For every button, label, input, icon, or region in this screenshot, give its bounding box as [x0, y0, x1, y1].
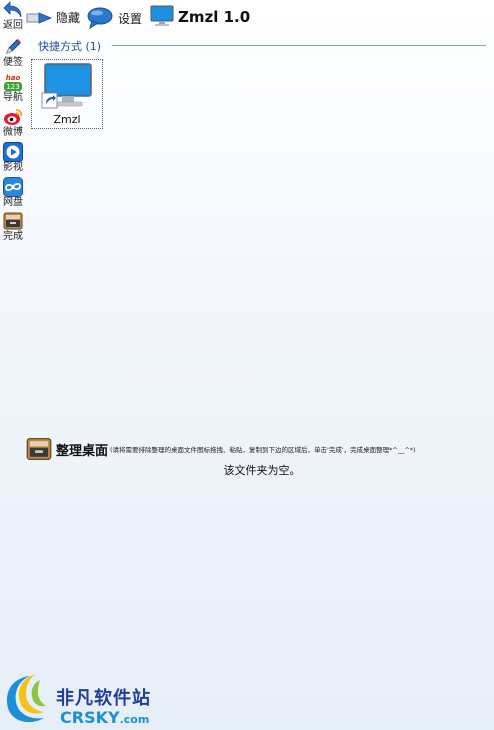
svg-text:123: 123: [6, 83, 19, 91]
box-icon: [26, 437, 52, 461]
sidebar-item-label: 导航: [3, 92, 23, 103]
tidy-hint: (请将需要排除整理的桌面文件图标拖拽、粘贴，复制到下边的区域后，单击'完成'，完…: [110, 446, 416, 454]
monitor-shortcut-icon: [41, 63, 92, 109]
sidebar-item-label: 微博: [3, 127, 23, 138]
shortcut-label: Zmzl: [53, 113, 81, 126]
top-toolbar: 返回 隐藏 设置 Zmzl 1.0: [0, 0, 494, 36]
hao123-icon: hao 123: [3, 72, 23, 92]
group-title: 快捷方式 (1): [38, 40, 102, 53]
shortcut-group-header[interactable]: 快捷方式 (1): [38, 38, 101, 54]
tidy-title: 整理桌面: [56, 443, 109, 459]
sidebar-item-navigation[interactable]: hao 123 导航: [0, 72, 26, 103]
sidebar-item-cloud-disk[interactable]: 网盘: [0, 177, 26, 208]
cloud-disk-icon: [3, 177, 23, 197]
sidebar-item-label: 影视: [3, 162, 23, 173]
settings-label: 设置: [118, 11, 143, 26]
tidy-desktop-header: 整理桌面 (请将需要排除整理的桌面文件图标拖拽、粘贴，复制到下边的区域后，单击'…: [26, 436, 416, 462]
sidebar-item-notes[interactable]: 便签: [0, 37, 26, 68]
hide-label: 隐藏: [56, 11, 81, 25]
watermark-domain: .com: [119, 713, 150, 726]
hide-button[interactable]: 隐藏: [26, 9, 80, 26]
app-title: Zmzl 1.0: [178, 8, 251, 26]
back-arrow-icon: [3, 1, 22, 18]
box-icon: [3, 212, 23, 230]
svg-text:hao: hao: [6, 74, 21, 82]
sidebar-item-video[interactable]: 影视: [0, 142, 26, 173]
group-divider: [112, 45, 486, 46]
watermark-cn: 非凡软件站: [56, 688, 151, 709]
chat-bubble-icon: [87, 7, 113, 30]
crsky-logo-icon: [6, 674, 46, 723]
hide-arrow-icon: [26, 11, 53, 24]
back-button[interactable]: 返回: [0, 0, 26, 34]
sidebar-item-finish[interactable]: 完成: [0, 211, 26, 242]
weibo-icon: [4, 109, 23, 125]
empty-folder-text: 该文件夹为空。: [223, 464, 301, 477]
sidebar-item-label: 网盘: [3, 197, 23, 208]
monitor-icon: [150, 5, 174, 26]
settings-button[interactable]: 设置: [86, 6, 142, 30]
watermark-brand: CRSKY: [60, 708, 120, 727]
sidebar-item-label: 便签: [3, 57, 23, 68]
shortcut-item-zmzl[interactable]: Zmzl: [31, 59, 103, 129]
sidebar-item-label: 完成: [3, 231, 23, 242]
crsky-watermark: 非凡软件站 CRSKY.com: [0, 670, 162, 730]
pencil-icon: [6, 39, 21, 54]
video-play-icon: [3, 142, 23, 162]
watermark-en: CRSKY.com: [60, 708, 149, 727]
sidebar-item-weibo[interactable]: 微博: [0, 107, 26, 138]
back-label: 返回: [3, 20, 23, 31]
